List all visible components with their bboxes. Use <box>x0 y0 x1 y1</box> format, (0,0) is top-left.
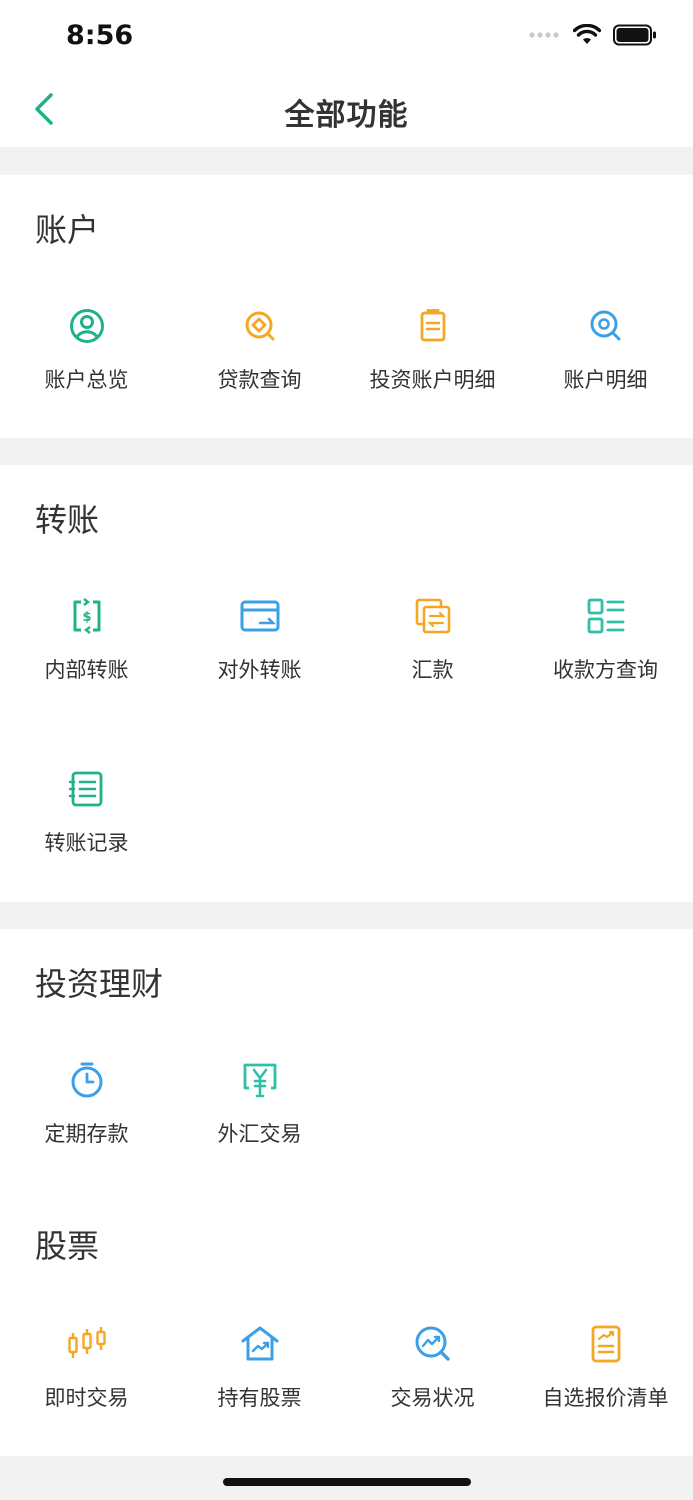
loan-search-icon <box>245 311 274 341</box>
time-deposit-label: 定期存款 <box>44 1122 129 1146</box>
signal-icon <box>529 32 559 38</box>
battery-icon <box>613 24 656 46</box>
forex-trade-button[interactable]: 外汇交易 <box>173 1060 346 1180</box>
forex-trade-label: 外汇交易 <box>217 1122 302 1146</box>
remittance-button[interactable]: 汇款 <box>346 596 519 716</box>
time-deposit-button[interactable]: 定期存款 <box>0 1060 173 1180</box>
home-indicator[interactable] <box>223 1478 471 1486</box>
clipboard-icon <box>420 309 445 342</box>
transfer-records-label: 转账记录 <box>44 831 129 855</box>
account-overview-label: 账户总览 <box>44 368 129 392</box>
wifi-icon <box>573 24 601 44</box>
report-icon <box>591 1325 620 1363</box>
watchlist-button[interactable]: 自选报价清单 <box>519 1324 692 1444</box>
payee-query-button[interactable]: 收款方查询 <box>519 596 692 716</box>
instant-trade-button[interactable]: 即时交易 <box>0 1324 173 1444</box>
section-title-investment: 投资理财 <box>35 965 164 1003</box>
search-icon <box>590 310 620 341</box>
nav-bar: 全部功能 <box>0 76 693 147</box>
section-title-transfer: 转账 <box>35 501 100 539</box>
section-transfer: 转账 $ 内部转账 对外转账 汇款 收款方查询 转账记录 <box>0 465 693 902</box>
loan-query-button[interactable]: 贷款查询 <box>173 306 346 426</box>
holdings-label: 持有股票 <box>217 1386 302 1410</box>
internal-transfer-label: 内部转账 <box>44 658 129 682</box>
trade-status-label: 交易状况 <box>390 1386 475 1410</box>
holdings-button[interactable]: 持有股票 <box>173 1324 346 1444</box>
loan-query-label: 贷款查询 <box>217 368 302 392</box>
watchlist-label: 自选报价清单 <box>542 1386 669 1410</box>
page-title: 全部功能 <box>284 98 409 133</box>
investment-account-detail-button[interactable]: 投资账户明细 <box>346 306 519 426</box>
yen-screen-icon <box>243 1063 276 1098</box>
candlestick-icon <box>67 1327 106 1358</box>
house-chart-icon <box>241 1326 278 1361</box>
card-icon <box>240 600 279 632</box>
status-icons <box>529 24 657 46</box>
stopwatch-icon <box>71 1062 102 1098</box>
remittance-label: 汇款 <box>411 658 454 682</box>
exchange-docs-icon <box>415 598 450 634</box>
section-account: 账户 账户总览 贷款查询 投资账户明细 账户明细 <box>0 175 693 438</box>
dollar-transfer-icon: $ <box>73 598 100 634</box>
transfer-records-button[interactable]: 转账记录 <box>0 769 173 889</box>
instant-trade-label: 即时交易 <box>44 1386 129 1410</box>
status-bar: 8:56 <box>0 0 693 76</box>
account-detail-label: 账户明细 <box>563 368 648 392</box>
section-investment: 投资理财 定期存款 外汇交易 股票 即时交易 持有股票 交易状况 自选报价清单 <box>0 929 693 1456</box>
user-circle-icon <box>69 309 104 343</box>
status-time: 8:56 <box>66 20 134 51</box>
svg-text:$: $ <box>82 610 91 625</box>
account-detail-button[interactable]: 账户明细 <box>519 306 692 426</box>
list-icon <box>68 771 102 807</box>
internal-transfer-button[interactable]: $ 内部转账 <box>0 596 173 716</box>
section-title-stock: 股票 <box>35 1227 100 1265</box>
investment-account-detail-label: 投资账户明细 <box>369 368 496 392</box>
external-transfer-label: 对外转账 <box>217 658 302 682</box>
external-transfer-button[interactable]: 对外转账 <box>173 596 346 716</box>
account-overview-button[interactable]: 账户总览 <box>0 306 173 426</box>
payee-query-label: 收款方查询 <box>553 658 658 682</box>
trade-status-button[interactable]: 交易状况 <box>346 1324 519 1444</box>
grid-list-icon <box>587 598 624 634</box>
chart-search-icon <box>415 1326 450 1361</box>
section-title-account: 账户 <box>35 211 100 249</box>
